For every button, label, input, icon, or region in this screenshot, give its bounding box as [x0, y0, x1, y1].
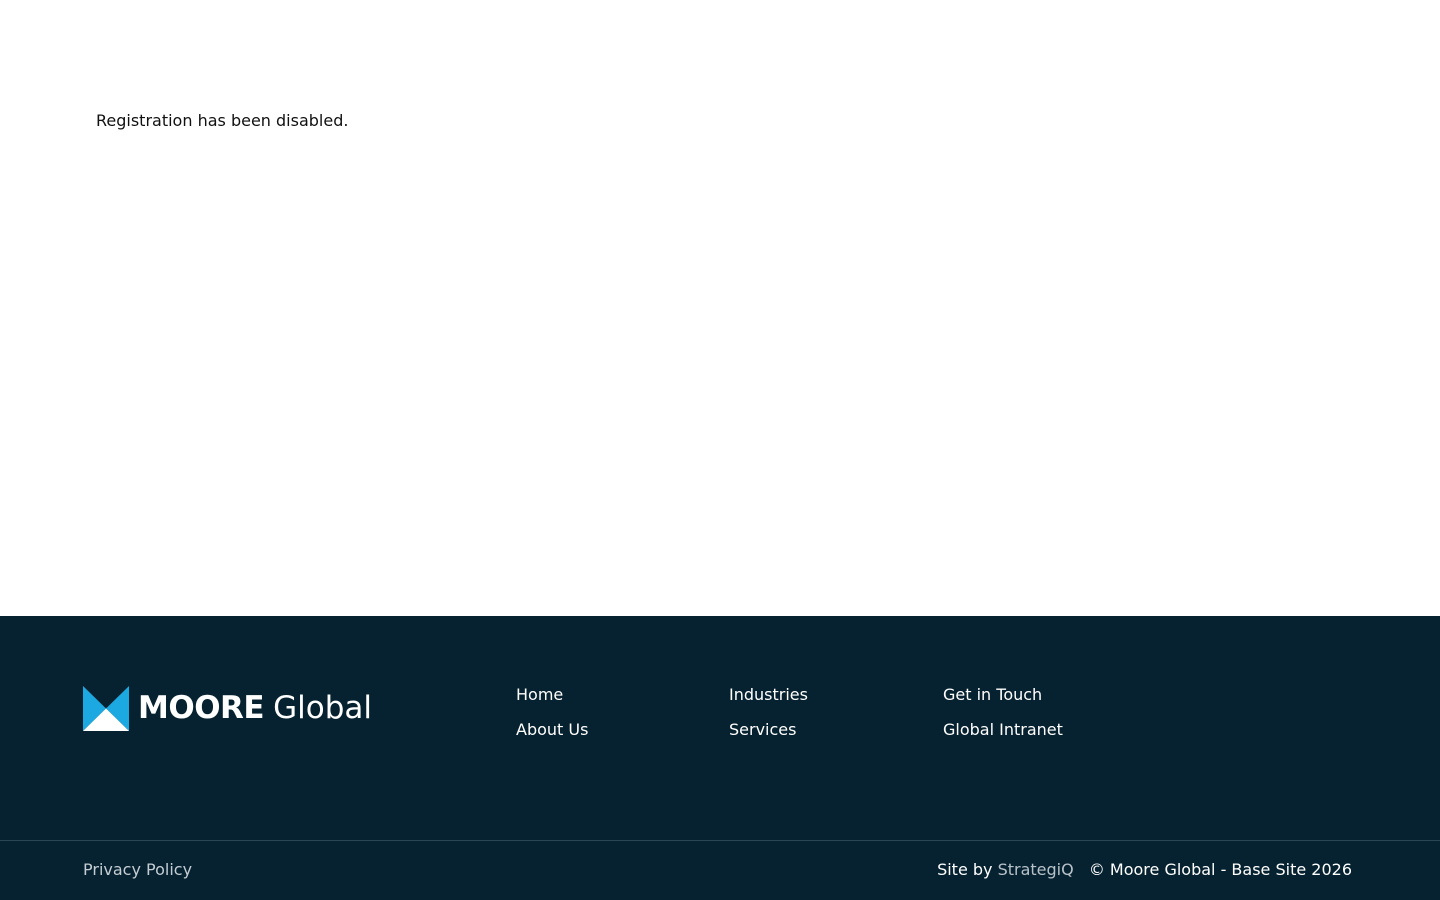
site-by-label: Site by [937, 860, 993, 879]
logo-wordmark-global: Global [273, 690, 372, 726]
moore-global-logo-link[interactable]: MOORE Global [83, 686, 372, 731]
registration-disabled-message: Registration has been disabled. [96, 111, 349, 130]
strategiq-link[interactable]: StrategiQ [998, 860, 1074, 879]
logo-wordmark-moore: MOORE [138, 690, 265, 726]
footer-link-about-us[interactable]: About Us [516, 720, 588, 740]
logo-wordmark: MOORE Global [138, 686, 372, 731]
footer-link-industries[interactable]: Industries [729, 685, 808, 705]
footer-link-home[interactable]: Home [516, 685, 563, 705]
footer-divider [0, 840, 1440, 841]
site-footer [0, 616, 1440, 900]
footer-link-services[interactable]: Services [729, 720, 796, 740]
privacy-policy-link[interactable]: Privacy Policy [83, 860, 192, 880]
footer-credits: Site by StrategiQ © Moore Global - Base … [937, 860, 1352, 880]
footer-link-global-intranet[interactable]: Global Intranet [943, 720, 1063, 740]
main-content: Registration has been disabled. [0, 0, 1440, 616]
moore-logo-mark-icon [83, 686, 129, 731]
footer-link-get-in-touch[interactable]: Get in Touch [943, 685, 1042, 705]
copyright-text: © Moore Global - Base Site 2026 [1088, 860, 1352, 879]
